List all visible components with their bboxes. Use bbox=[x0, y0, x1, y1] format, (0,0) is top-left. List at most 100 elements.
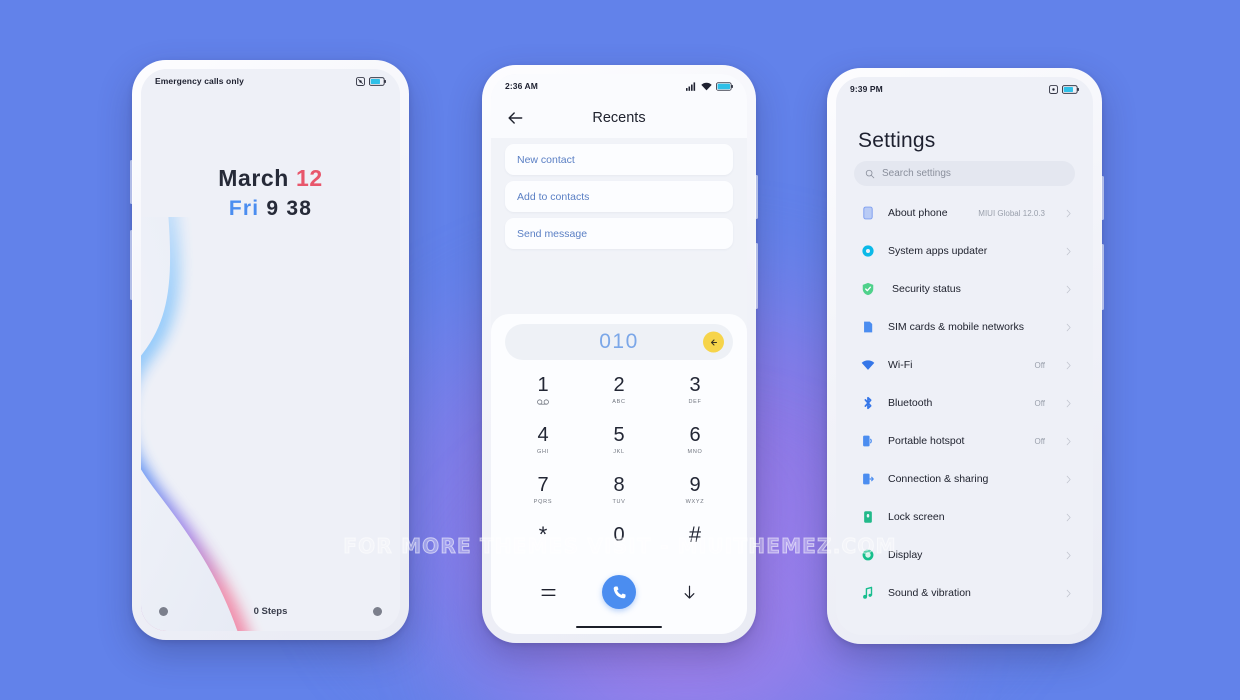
lock-bottom-bar: 0 Steps bbox=[141, 606, 400, 617]
dialpad-key-3[interactable]: 3 DEF bbox=[657, 366, 733, 414]
settings-row-sim-cards[interactable]: SIM cards & mobile networks bbox=[838, 308, 1091, 346]
settings-row-bluetooth[interactable]: Bluetooth Off bbox=[838, 384, 1091, 422]
dialpad-key-9[interactable]: 9 WXYZ bbox=[657, 466, 733, 514]
camera-shortcut-icon[interactable] bbox=[159, 607, 168, 616]
option-add-to-contacts[interactable]: Add to contacts bbox=[505, 181, 733, 212]
key-letters: ABC bbox=[612, 398, 626, 405]
battery-icon bbox=[716, 81, 733, 91]
hide-keypad-icon[interactable] bbox=[680, 583, 699, 602]
settings-row-display[interactable]: Display bbox=[838, 536, 1091, 574]
dialpad-keys: 1 2 ABC 3 DEF 4 GHI 5 JKL 6 MNO 7 PQRS 8… bbox=[505, 366, 733, 564]
wifi-icon bbox=[860, 358, 875, 373]
wallpaper-blob-shape bbox=[141, 217, 249, 631]
chevron-right-icon bbox=[1066, 247, 1071, 255]
dialpad-key-6[interactable]: 6 MNO bbox=[657, 416, 733, 464]
chevron-right-icon bbox=[1066, 551, 1071, 559]
key-digit: * bbox=[538, 522, 548, 547]
wifi-icon bbox=[701, 82, 712, 90]
dialpad-key-2[interactable]: 2 ABC bbox=[581, 366, 657, 414]
dialpad-key-7[interactable]: 7 PQRS bbox=[505, 466, 581, 514]
dialpad-key-8[interactable]: 8 TUV bbox=[581, 466, 657, 514]
chevron-right-icon bbox=[1066, 589, 1071, 597]
option-label: New contact bbox=[517, 153, 575, 166]
key-digit: 4 bbox=[537, 424, 549, 446]
option-new-contact[interactable]: New contact bbox=[505, 144, 733, 175]
dialpad-key-1[interactable]: 1 bbox=[505, 366, 581, 414]
backspace-button[interactable] bbox=[703, 331, 724, 353]
search-icon bbox=[865, 169, 875, 178]
settings-row-value: Off bbox=[1034, 398, 1045, 408]
lock-screen-icon bbox=[860, 510, 875, 525]
key-digit: 2 bbox=[613, 374, 625, 396]
settings-row-portable-hotspot[interactable]: Portable hotspot Off bbox=[838, 422, 1091, 460]
key-digit: 5 bbox=[613, 424, 625, 446]
settings-row-label: Portable hotspot bbox=[888, 435, 965, 447]
settings-row-lock-screen[interactable]: Lock screen bbox=[838, 498, 1091, 536]
volume-button[interactable] bbox=[755, 175, 758, 219]
volume-button[interactable] bbox=[130, 160, 133, 204]
key-digit: 9 bbox=[689, 474, 701, 496]
option-label: Send message bbox=[517, 227, 588, 240]
display-icon bbox=[860, 548, 875, 563]
chevron-right-icon bbox=[1066, 475, 1071, 483]
lock-clock: March 12 Fri 9 38 bbox=[141, 165, 400, 221]
sound-vibration-icon bbox=[860, 586, 875, 601]
settings-row-system-apps-updater[interactable]: System apps updater bbox=[838, 232, 1091, 270]
key-letters: GHI bbox=[537, 448, 549, 455]
settings-row-connection-sharing[interactable]: Connection & sharing bbox=[838, 460, 1091, 498]
settings-row-label: Bluetooth bbox=[888, 397, 933, 409]
battery-icon bbox=[1062, 84, 1079, 94]
dialer-status-bar: 2:36 AM bbox=[491, 74, 747, 98]
dialpad-panel: 010 1 2 ABC 3 DEF 4 GHI 5 JKL 6 MNO 7 PQ… bbox=[491, 314, 747, 564]
option-send-message[interactable]: Send message bbox=[505, 218, 733, 249]
key-letters: TUV bbox=[612, 498, 626, 505]
settings-row-label: System apps updater bbox=[888, 245, 988, 257]
key-letters: PQRS bbox=[533, 498, 553, 505]
settings-row-label: Lock screen bbox=[888, 511, 945, 523]
dialer-title: Recents bbox=[592, 110, 646, 126]
bluetooth-icon bbox=[860, 396, 875, 411]
sim-card-icon bbox=[860, 320, 875, 335]
lock-status-bar: Emergency calls only bbox=[141, 69, 400, 93]
key-letters: WXYZ bbox=[685, 498, 705, 505]
option-label: Add to contacts bbox=[517, 190, 590, 203]
menu-icon[interactable] bbox=[539, 583, 558, 602]
settings-row-about-phone[interactable]: About phone MIUI Global 12.0.3 bbox=[838, 194, 1091, 232]
wallpaper-showcase: Emergency calls only March 12 Fri 9 38 0… bbox=[0, 0, 1240, 700]
volume-button[interactable] bbox=[1101, 176, 1104, 220]
dialpad-key-0[interactable]: 0 + bbox=[581, 516, 657, 564]
number-display-field[interactable]: 010 bbox=[505, 324, 733, 360]
call-button[interactable] bbox=[602, 575, 636, 609]
updater-icon bbox=[860, 244, 875, 259]
clock-weekday: Fri bbox=[228, 197, 260, 220]
settings-row-label: Wi-Fi bbox=[888, 359, 913, 371]
key-digit: 7 bbox=[537, 474, 549, 496]
power-button[interactable] bbox=[1101, 244, 1104, 310]
flashlight-shortcut-icon[interactable] bbox=[372, 607, 382, 616]
carrier-label: Emergency calls only bbox=[155, 76, 244, 86]
settings-status-bar: 9:39 PM bbox=[836, 77, 1093, 101]
search-placeholder: Search settings bbox=[882, 168, 951, 179]
step-counter: 0 Steps bbox=[253, 606, 288, 617]
chevron-right-icon bbox=[1066, 285, 1071, 293]
lock-wallpaper bbox=[141, 69, 400, 631]
clock-date-line: March 12 bbox=[141, 165, 400, 192]
power-button[interactable] bbox=[755, 243, 758, 309]
settings-row-security-status[interactable]: Security status bbox=[838, 270, 1091, 308]
dialer-appbar: Recents bbox=[491, 98, 747, 138]
search-input[interactable]: Search settings bbox=[854, 161, 1075, 186]
settings-row-sound-vibration[interactable]: Sound & vibration bbox=[838, 574, 1091, 612]
call-icon bbox=[613, 585, 626, 598]
dialpad-key-star[interactable]: * bbox=[505, 516, 581, 564]
chevron-right-icon bbox=[1066, 513, 1071, 521]
settings-row-label: Sound & vibration bbox=[888, 587, 971, 599]
dialer-status-icons bbox=[686, 81, 733, 91]
settings-row-label: Security status bbox=[892, 283, 961, 295]
dialpad-key-5[interactable]: 5 JKL bbox=[581, 416, 657, 464]
dialpad-key-4[interactable]: 4 GHI bbox=[505, 416, 581, 464]
key-letters: MNO bbox=[687, 448, 703, 455]
dialpad-key-hash[interactable]: # bbox=[657, 516, 733, 564]
power-button[interactable] bbox=[130, 230, 133, 300]
settings-row-wifi[interactable]: Wi-Fi Off bbox=[838, 346, 1091, 384]
chevron-right-icon bbox=[1066, 399, 1071, 407]
